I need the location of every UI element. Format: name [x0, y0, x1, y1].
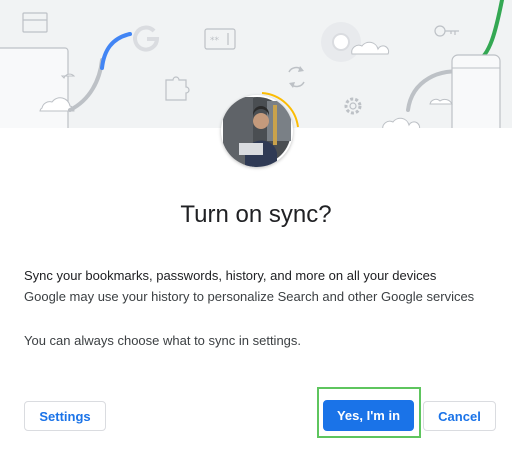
gear-icon — [344, 97, 362, 115]
sync-icon — [288, 66, 305, 88]
cloud-icon — [351, 41, 421, 128]
laptop-icon — [0, 47, 69, 128]
password-icon: ** — [204, 28, 236, 50]
profile-avatar — [221, 95, 293, 167]
description-line-sync: Sync your bookmarks, passwords, history,… — [24, 268, 437, 283]
settings-note: You can always choose what to sync in se… — [24, 333, 302, 348]
key-icon — [434, 25, 459, 37]
google-logo-icon — [133, 25, 160, 52]
puzzle-icon — [165, 76, 190, 101]
description-line-personalize: Google may use your history to personali… — [24, 289, 475, 304]
dialog-title: Turn on sync? — [180, 201, 332, 228]
phone-icon — [451, 54, 501, 128]
settings-button[interactable]: Settings — [24, 401, 106, 431]
svg-text:**: ** — [210, 36, 220, 46]
chrome-icon — [321, 22, 361, 62]
card-icon — [22, 12, 48, 33]
cancel-button[interactable]: Cancel — [423, 401, 496, 431]
yes-im-in-button[interactable]: Yes, I'm in — [323, 400, 414, 431]
dialog-description: Sync your bookmarks, passwords, history,… — [24, 265, 494, 307]
